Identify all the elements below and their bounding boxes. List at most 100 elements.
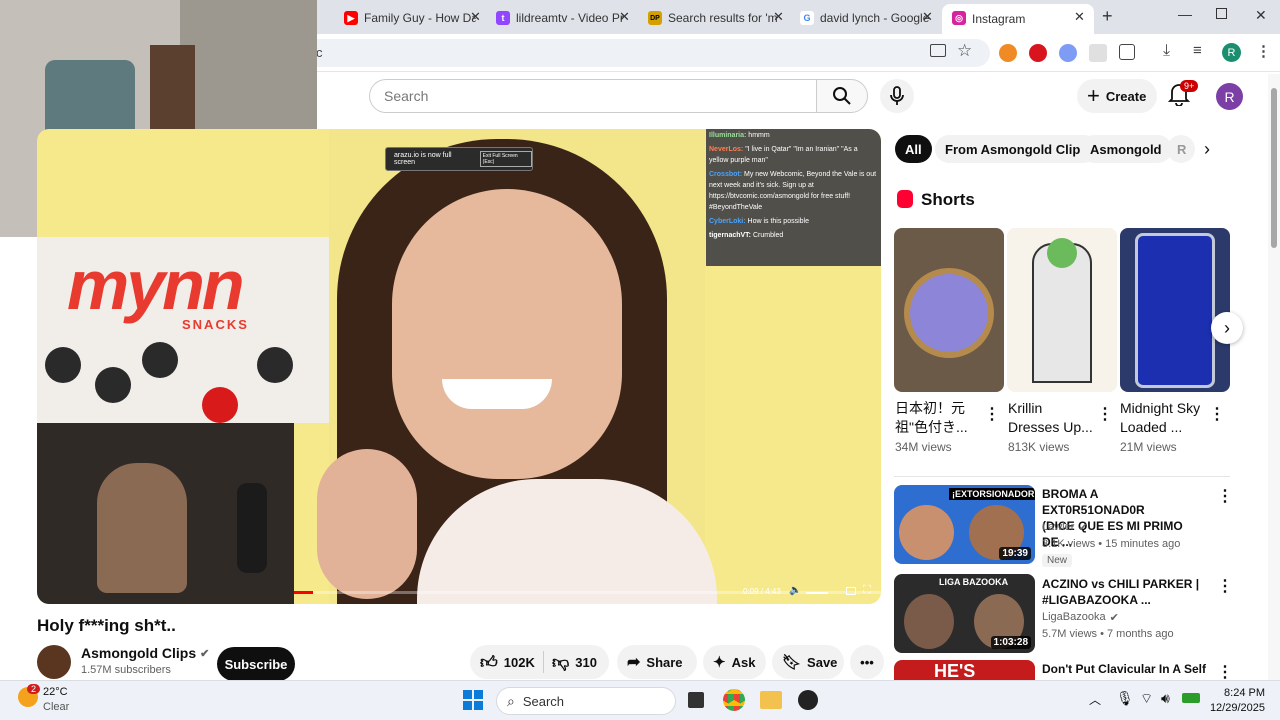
clock-date[interactable]: 12/29/2025 [1205,702,1265,714]
rec-channel[interactable]: LigaBazooka ✔ [1042,611,1119,624]
subscribe-button[interactable]: Subscribe [217,647,295,681]
battery-icon[interactable] [1182,693,1200,703]
rec-menu-icon[interactable]: ⋮ [1217,662,1233,682]
rec-thumbnail[interactable]: HE'S [894,660,1035,680]
create-button[interactable]: + Create [1077,79,1157,113]
extension-opera-icon[interactable] [1029,44,1047,62]
maximize-icon[interactable] [1216,8,1227,19]
extension-grey-icon[interactable] [1089,44,1107,62]
search-button[interactable] [816,79,868,113]
short-views: 21M views [1120,440,1177,454]
ask-button[interactable]: ✦ Ask [703,645,766,679]
page-scrollbar[interactable] [1268,74,1280,680]
rec-title[interactable]: Don't Put Clavicular In A Self [1042,661,1212,677]
close-tab-icon[interactable]: ✕ [773,9,784,25]
twitch-favicon-icon: t [496,11,510,25]
microphone-tray-icon[interactable]: 🎙︎ [1116,690,1134,707]
browser-menu-icon[interactable]: ⋮ [1256,42,1271,60]
rec-menu-icon[interactable]: ⋮ [1217,486,1233,506]
profile-avatar[interactable]: R [1222,43,1241,62]
more-actions-button[interactable]: ••• [850,645,884,679]
tab-lildreamtv[interactable]: t lildreamtv - Video Pr [486,4,638,32]
short-menu-icon[interactable]: ⋮ [1209,404,1225,424]
new-tab-icon[interactable]: + [1102,6,1113,27]
bookmark-star-icon[interactable]: ☆ [957,41,972,61]
chevron-right-icon[interactable]: › [1204,139,1210,160]
voice-search-button[interactable] [880,79,914,113]
rec-thumbnail[interactable]: ¡EXTORSIONADOR! 19:39 [894,485,1035,564]
close-tab-icon[interactable]: ✕ [619,9,630,25]
short-menu-icon[interactable]: ⋮ [984,404,1000,424]
channel-avatar[interactable] [37,645,71,679]
short-thumbnail[interactable] [1007,228,1117,392]
chip-asmongold[interactable]: Asmongold [1080,135,1172,163]
short-title[interactable]: Krillin Dresses Up... [1008,399,1100,437]
volume-icon[interactable]: 🔈 [789,585,801,596]
rec-title[interactable]: ACZINO vs CHILI PARKER | #LIGABAZOOKA ... [1042,576,1202,608]
notifications-button[interactable]: 9+ [1167,80,1199,108]
verified-icon: ✔ [1109,612,1119,624]
close-tab-icon[interactable]: ✕ [922,9,933,25]
new-badge: New [1042,554,1073,567]
exit-fullscreen-button[interactable]: Exit Full Screen (Esc) [479,151,532,167]
short-thumbnail[interactable] [1120,228,1230,392]
chip-from-asmongold-clips[interactable]: From Asmongold Clips [935,135,1098,163]
rec-stats: 3.1K views • 15 minutes ago [1042,538,1181,550]
more-horizontal-icon: ••• [860,654,874,670]
rec-menu-icon[interactable]: ⋮ [1217,576,1233,596]
save-button[interactable]: 🔖︎ Save [772,645,844,679]
shorts-next-button[interactable]: › [1211,312,1243,344]
dislike-button[interactable]: 👎︎ 310 [544,652,597,673]
duration-badge: 19:39 [999,547,1031,560]
short-title[interactable]: Midnight Sky Loaded ... [1120,399,1212,437]
short-menu-icon[interactable]: ⋮ [1097,404,1113,424]
close-window-icon[interactable]: ✕ [1255,7,1267,24]
search-input[interactable]: Search [369,79,817,113]
task-view-icon[interactable] [688,692,704,708]
media-controls-icon[interactable]: ≡ [1193,42,1202,59]
close-tab-icon[interactable]: ✕ [470,9,481,25]
stream-chat: Illuminaria: hmmm NeverLos: "I live in Qa… [706,129,881,266]
show-hidden-icons-icon[interactable]: ︿ [1089,691,1101,708]
chrome-taskbar-icon[interactable] [723,689,745,711]
rec-thumbnail[interactable]: LIGA BAZOOKA 1:03:28 [894,574,1035,653]
video-player[interactable]: mynn SNACKS arazu.io is now full screen … [37,129,881,604]
account-avatar[interactable]: R [1216,83,1243,110]
clock-time[interactable]: 8:24 PM [1215,687,1265,699]
weather-temp[interactable]: 22°C [43,686,68,698]
file-explorer-icon[interactable] [760,691,782,709]
tab-search-results[interactable]: DP Search results for 'm [638,4,790,32]
scrollbar-thumb[interactable] [1271,88,1277,248]
app-taskbar-icon[interactable] [798,690,818,710]
channel-name[interactable]: Asmongold Clips ✔ [81,645,209,661]
chip-all[interactable]: All [895,135,932,163]
wifi-icon[interactable]: ⌔ [1140,690,1153,708]
address-bar[interactable]: c [300,39,990,67]
taskbar-search[interactable]: ⌕ Search [496,687,676,715]
tab-david-lynch[interactable]: G david lynch - Google [790,4,942,32]
sparkle-icon: ✦ [713,654,726,671]
extensions-puzzle-icon[interactable] [1119,44,1135,60]
windows-start-icon[interactable] [463,690,483,710]
speaker-icon[interactable]: 🔊︎ [1161,690,1170,707]
tab-family-guy[interactable]: ▶ Family Guy - How Da [334,4,486,32]
share-button[interactable]: ➦ Share [617,645,697,679]
chat-username: tigernachVT: [709,232,753,239]
extension-paw-icon[interactable] [999,44,1017,62]
rec-channel[interactable]: Lawler ✔ [1042,521,1088,534]
miniplayer-icon[interactable] [846,587,856,595]
downloads-icon[interactable]: ⤓ [1163,42,1170,60]
snack-sub: SNACKS [182,317,249,332]
minimize-icon[interactable]: — [1178,6,1192,22]
extension-lens-icon[interactable] [1059,44,1077,62]
install-app-icon[interactable] [930,44,946,57]
short-title[interactable]: 日本初！元 祖"色付き... [895,399,975,437]
volume-slider[interactable] [806,592,828,594]
chat-message: Illuminaria: hmmm [709,130,878,141]
like-button[interactable]: 👍︎ 102K [470,651,544,673]
chip-partial[interactable]: R [1167,135,1195,163]
tab-instagram[interactable]: ◎ Instagram [942,4,1094,34]
close-tab-icon[interactable]: ✕ [1074,9,1085,25]
fullscreen-icon[interactable]: ⛶ [863,584,871,597]
short-thumbnail[interactable] [894,228,1004,392]
